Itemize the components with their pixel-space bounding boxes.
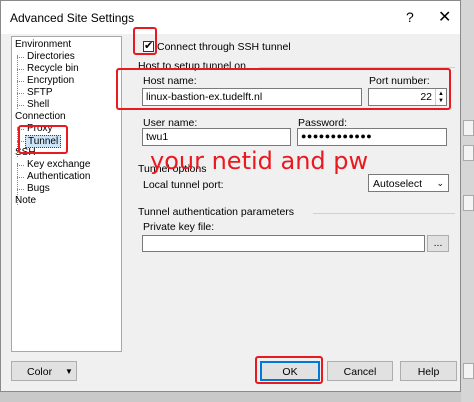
background-tab [463, 120, 474, 136]
tree-item-authentication[interactable]: Authentication [27, 171, 90, 182]
tree-item-sftp[interactable]: SFTP [27, 87, 53, 98]
tree-connector [17, 93, 24, 94]
background-tab [463, 363, 474, 379]
private-key-label: Private key file: [143, 221, 215, 233]
local-tunnel-port-label: Local tunnel port: [143, 179, 224, 191]
tree-item-connection[interactable]: Connection [15, 111, 66, 122]
local-tunnel-port-select[interactable]: Autoselect ⌄ [368, 174, 449, 192]
user-name-input[interactable]: twu1 [142, 128, 291, 146]
tree-item-key-exchange[interactable]: Key exchange [27, 159, 90, 170]
highlight-host-box [116, 68, 451, 110]
annotation-text: your netid and pw [150, 147, 369, 175]
help-button[interactable]: Help [400, 361, 457, 381]
tree-item-bugs[interactable]: Bugs [27, 183, 50, 194]
highlight-ok-box [255, 356, 323, 384]
tree-item-encryption[interactable]: Encryption [27, 75, 74, 86]
color-button[interactable]: Color ▼ [11, 361, 77, 381]
auth-group-title: Tunnel authentication parameters [138, 206, 295, 218]
color-button-label: Color [27, 366, 53, 378]
tree-connector [17, 69, 24, 70]
tree-item-environment[interactable]: Environment [15, 39, 71, 50]
local-tunnel-port-value: Autoselect [373, 178, 423, 190]
connect-ssh-tunnel-label: Connect through SSH tunnel [157, 41, 291, 53]
private-key-input[interactable] [142, 235, 425, 252]
settings-tree: Environment Directories Recycle bin Encr… [11, 36, 122, 352]
highlight-tunnel-box [18, 125, 68, 154]
tree-connector [17, 165, 24, 166]
highlight-checkbox-box [133, 27, 157, 55]
tree-connector [17, 55, 18, 109]
tree-item-shell[interactable]: Shell [27, 99, 49, 110]
background-tab [463, 195, 474, 211]
tree-connector [17, 81, 24, 82]
dialog-title: Advanced Site Settings [10, 11, 135, 25]
title-bar: Advanced Site Settings ? ✕ [1, 1, 460, 34]
chevron-down-icon: ⌄ [436, 178, 444, 188]
close-icon[interactable]: ✕ [438, 7, 451, 27]
background-tab [463, 145, 474, 161]
tree-connector [17, 105, 24, 106]
tree-connector [17, 57, 24, 58]
group-divider [313, 213, 455, 214]
password-input[interactable]: ●●●●●●●●●●●● [297, 128, 447, 146]
cancel-button[interactable]: Cancel [327, 361, 393, 381]
dropdown-arrow-icon: ▼ [65, 367, 73, 376]
tree-item-note[interactable]: Note [15, 195, 36, 206]
tree-connector [17, 177, 24, 178]
tree-item-directories[interactable]: Directories [27, 51, 75, 62]
advanced-site-settings-dialog: Advanced Site Settings ? ✕ Environment D… [0, 0, 461, 392]
tree-item-recycle-bin[interactable]: Recycle bin [27, 63, 79, 74]
help-icon[interactable]: ? [406, 9, 414, 25]
browse-key-button[interactable]: ... [427, 235, 449, 252]
tree-connector [17, 189, 24, 190]
